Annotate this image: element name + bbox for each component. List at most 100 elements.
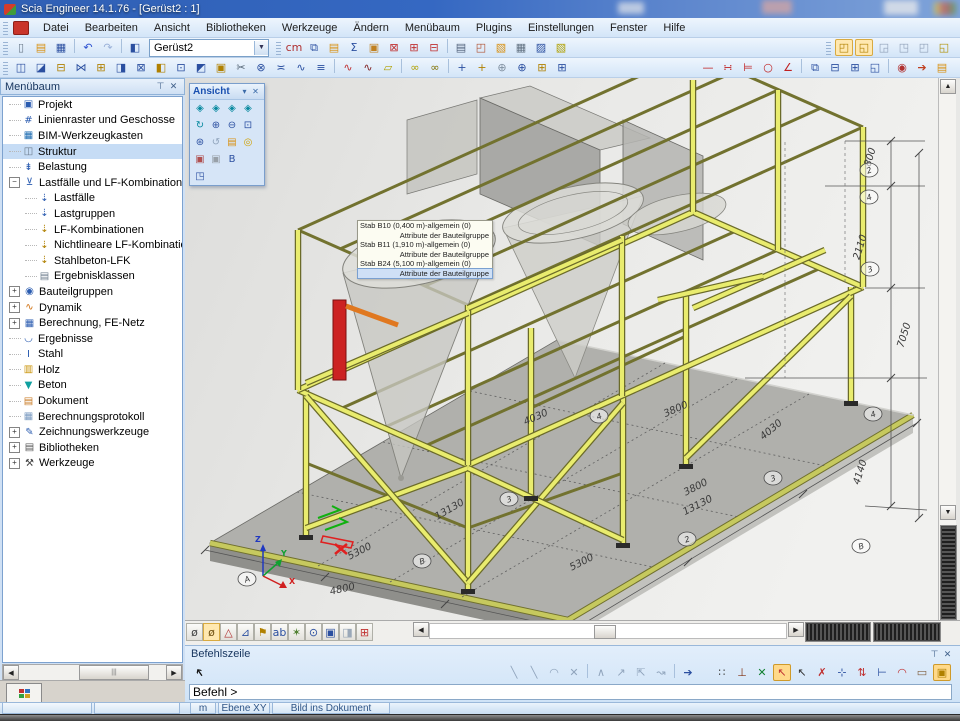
calculator-icon[interactable]: ▦ [512,39,530,56]
tree-item-lf-kombinationen[interactable]: ⇣LF-Kombinationen [3,222,182,238]
surfaces-icon[interactable]: △ [220,623,237,641]
connect-members-icon[interactable]: ⋈ [72,59,90,76]
units-icon[interactable]: cm [285,39,303,56]
project-window-5-icon[interactable]: ◰ [915,39,933,56]
expand-icon[interactable]: + [9,318,20,329]
tree-item-ergebnisklassen[interactable]: ▤Ergebnisklassen [3,269,182,285]
snap-plane-icon[interactable]: ⇱ [632,664,650,681]
move-node-icon[interactable]: ◫ [12,59,30,76]
cross-link-icon[interactable]: ◨ [112,59,130,76]
tree-item-projekt[interactable]: ▣Projekt [3,97,182,113]
table-to-doc-icon[interactable]: ⊞ [356,623,373,641]
welds-icon[interactable]: ⊠ [132,59,150,76]
doc-export-icon[interactable]: ▧ [552,39,570,56]
toolbar-grip[interactable] [276,41,281,55]
menu-hilfe[interactable]: Hilfe [655,18,693,38]
toolbar-grip[interactable] [3,41,8,55]
region-select-icon[interactable]: ▱ [379,59,397,76]
vertical-scrollbar[interactable]: ▲ ▼ [938,78,956,620]
cursor-mode-icon[interactable]: ➔ [192,665,208,680]
scroll-up-icon[interactable]: ▲ [940,79,956,94]
menu-ändern[interactable]: Ändern [345,18,396,38]
haunch-icon[interactable]: ⊡ [172,59,190,76]
expand-icon[interactable]: + [9,286,20,297]
undo-icon[interactable]: ↶ [79,39,97,56]
picture-to-gallery-icon[interactable]: ◨ [339,623,356,641]
project-window-2-icon[interactable]: ◱ [855,39,873,56]
view-x-icon[interactable]: ◈ [192,101,208,116]
add-node-icon[interactable]: + [453,59,471,76]
zoom-window-icon[interactable]: ⊡ [240,118,256,133]
tree-item-holz[interactable]: ▥Holz [3,362,182,378]
perspective-cube-icon[interactable]: ◳ [192,169,208,184]
gaps-icon[interactable]: ◧ [152,59,170,76]
align-icon[interactable]: ≍ [272,59,290,76]
tree-item-dynamik[interactable]: +∿Dynamik [3,300,182,316]
cascade-windows-icon[interactable]: ⧉ [806,59,824,76]
toolbar-grip[interactable] [3,21,8,35]
rendered-toggle-icon[interactable]: ø [203,623,220,641]
tree-item-dokument[interactable]: ▤Dokument [3,393,182,409]
snap-line-2-icon[interactable]: ╲ [525,664,543,681]
grid-points-snap-icon[interactable]: ∷ [713,664,731,681]
tree-item-linienraster-und-geschosse[interactable]: #Linienraster und Geschosse [3,113,182,129]
tree-item-nichtlineare-lf-kombinationen[interactable]: ⇣Nichtlineare LF-Kombinationen [3,237,182,253]
menu-bearbeiten[interactable]: Bearbeiten [77,18,146,38]
b-view-icon[interactable]: B [224,152,240,167]
hinges-icon[interactable]: ⊞ [92,59,110,76]
clipboard-icon[interactable]: ▣ [365,39,383,56]
member-system-icon[interactable]: ✶ [288,623,305,641]
scroll-right-icon[interactable]: ▶ [788,622,804,637]
tree-item-berechnungsprotokoll[interactable]: ▦Berechnungsprotokoll [3,409,182,425]
menu-ansicht[interactable]: Ansicht [146,18,198,38]
tree-item-stahl[interactable]: ⅠStahl [3,347,182,363]
tree-item-lastfälle-und-lf-kombinationen[interactable]: −⊻Lastfälle und LF-Kombinationen [3,175,182,191]
cursor-snap-icon[interactable]: ↖ [773,664,791,681]
wireframe-toggle-icon[interactable]: ø [186,623,203,641]
close-icon[interactable]: ✕ [941,648,954,661]
open-project-icon[interactable]: ▤ [933,59,951,76]
zoom-in-icon[interactable]: ⊕ [208,118,224,133]
doc-settings-icon[interactable]: ▨ [532,39,550,56]
rotation-slider-horizontal[interactable] [805,622,871,642]
polyline-icon[interactable]: ∿ [292,59,310,76]
percentage-snap-icon[interactable]: ⇅ [853,664,871,681]
bracket-dim-icon[interactable]: ⊨ [739,59,757,76]
view-y-icon[interactable]: ◈ [208,101,224,116]
project-window-1-icon[interactable]: ◰ [835,39,853,56]
snap-arc-icon[interactable]: ◠ [545,664,563,681]
frame-table-icon[interactable]: ⊞ [405,39,423,56]
intersection-snap-icon[interactable]: ✗ [813,664,831,681]
project-window-3-icon[interactable]: ◲ [875,39,893,56]
scrollbar-thumb[interactable]: ||| [79,665,149,680]
tree-item-bibliotheken[interactable]: +▤Bibliotheken [3,440,182,456]
model-tab[interactable] [6,683,42,702]
cut-icon[interactable]: ✂ [232,59,250,76]
split-window-icon[interactable]: ◧ [126,39,144,56]
copy-add-icon[interactable]: ⊕ [493,59,511,76]
text-scale-icon[interactable]: ab [271,623,288,641]
save-icon[interactable]: ▦ [52,39,70,56]
zoom-all-icon[interactable]: ⊛ [192,135,208,150]
tree-item-stahlbeton-lfk[interactable]: ⇣Stahlbeton-LFK [3,253,182,269]
snap-table-icon[interactable]: ▣ [933,664,951,681]
tree-item-werkzeuge[interactable]: +⚒Werkzeuge [3,456,182,472]
freehand-select-icon[interactable]: ∿ [359,59,377,76]
snap-curve-icon[interactable]: ↝ [652,664,670,681]
visibility-icon[interactable]: ▤ [224,135,240,150]
close-icon[interactable]: ✕ [250,86,261,97]
copy-picture-icon[interactable]: ▣ [192,152,208,167]
redo-icon[interactable]: ↷ [99,39,117,56]
open-file-icon[interactable]: ▤ [32,39,50,56]
render-launch-icon[interactable]: ➔ [913,59,931,76]
labels-display-icon[interactable]: ⚑ [254,623,271,641]
centerline-icon[interactable]: ≡ [312,59,330,76]
tree-item-beton[interactable]: ▼Beton [3,378,182,394]
scrollbar-thumb[interactable] [594,625,616,639]
menu-einstellungen[interactable]: Einstellungen [520,18,602,38]
redraw-eye-icon[interactable]: ◉ [893,59,911,76]
red-line-icon[interactable]: — [699,59,717,76]
rotate-view-icon[interactable]: ↻ [192,118,208,133]
rib-icon[interactable]: ◩ [192,59,210,76]
preview-icon[interactable]: ◰ [472,39,490,56]
